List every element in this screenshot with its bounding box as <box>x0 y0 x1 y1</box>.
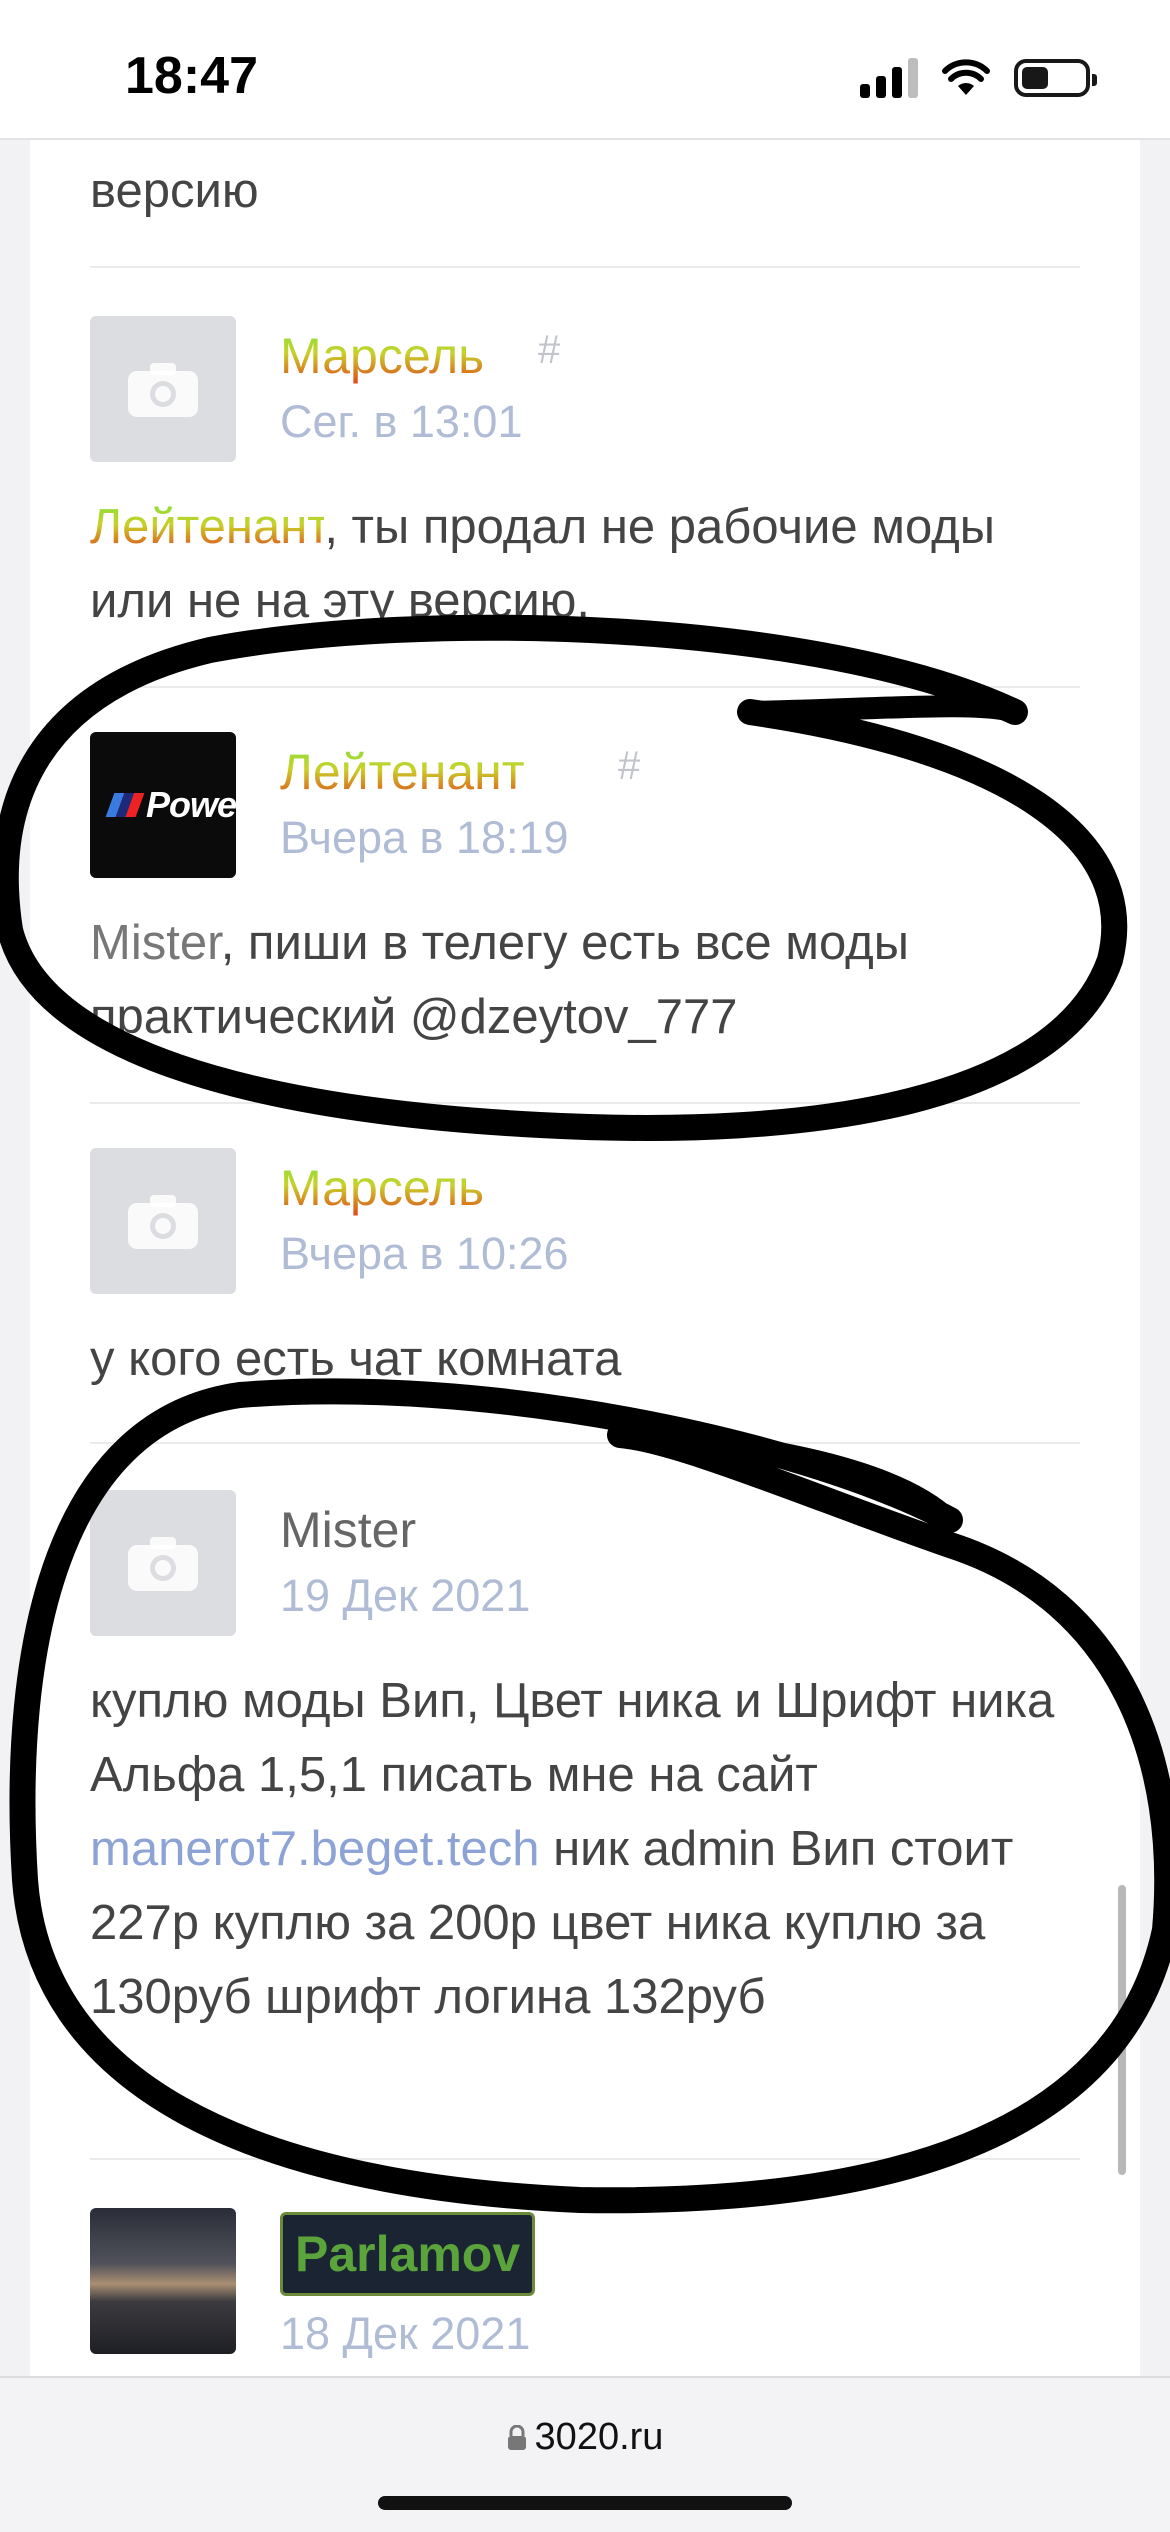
message-text: Лейтенант, ты продал не рабочие моды или… <box>90 490 1090 638</box>
mention-link[interactable]: Mister <box>90 916 221 970</box>
author-name: Parlamov <box>295 2226 521 2282</box>
battery-icon <box>1014 59 1097 97</box>
camera-icon <box>128 363 198 417</box>
camera-icon <box>128 1195 198 1249</box>
website-link[interactable]: manerot7.beget.tech <box>90 1822 539 1876</box>
divider <box>90 1102 1080 1104</box>
wifi-icon <box>942 59 990 95</box>
previous-message-text: версию <box>90 164 259 218</box>
divider <box>90 266 1080 268</box>
author-name[interactable]: Марсель <box>280 326 484 386</box>
divider <box>90 1442 1080 1444</box>
author-name-badge[interactable]: Parlamov <box>280 2212 536 2296</box>
browser-address-bar[interactable]: 3020.ru <box>0 2376 1170 2532</box>
post-timestamp: 18 Дек 2021 <box>280 2308 531 2359</box>
status-bar: 18:47 <box>0 0 1170 140</box>
avatar-mpower[interactable]: Powe <box>90 732 236 878</box>
message-text: у кого есть чат комната <box>90 1332 622 1386</box>
divider <box>90 2158 1080 2160</box>
camera-icon <box>128 1537 198 1591</box>
avatar-brand-text: Powe <box>145 784 236 825</box>
status-icons <box>860 56 1097 100</box>
status-time: 18:47 <box>125 47 258 105</box>
author-name[interactable]: Марсель <box>280 1158 484 1218</box>
post-timestamp: Вчера в 10:26 <box>280 1228 569 1279</box>
divider <box>90 686 1080 688</box>
url-display[interactable]: 3020.ru <box>0 2416 1170 2459</box>
post-timestamp: Вчера в 18:19 <box>280 812 569 863</box>
url-text: 3020.ru <box>534 2416 664 2458</box>
avatar-placeholder[interactable] <box>90 316 236 462</box>
avatar-placeholder[interactable] <box>90 1148 236 1294</box>
message-text: куплю моды Вип, Цвет ника и Шрифт ника А… <box>90 1664 1100 2034</box>
comments-feed: версию Марсель # Сег. в 13:01 Лейтенант,… <box>30 140 1140 2376</box>
avatar-landscape-photo[interactable] <box>90 2208 236 2354</box>
mention-link[interactable]: Лейтенант <box>90 500 324 554</box>
message-body: куплю моды Вип, Цвет ника и Шрифт ника А… <box>90 1674 1055 1802</box>
post-timestamp: 19 Дек 2021 <box>280 1570 531 1621</box>
home-indicator[interactable] <box>378 2496 792 2510</box>
message-text: Mister, пиши в телегу есть все моды прак… <box>90 906 1090 1054</box>
author-name[interactable]: Лейтенант <box>280 742 525 802</box>
lock-icon <box>507 2424 527 2451</box>
post-anchor-link[interactable]: # <box>618 744 640 789</box>
post-timestamp: Сег. в 13:01 <box>280 396 523 447</box>
post-anchor-link[interactable]: # <box>538 328 560 373</box>
avatar-placeholder[interactable] <box>90 1490 236 1636</box>
author-name[interactable]: Mister <box>280 1500 416 1560</box>
cellular-signal-icon <box>860 58 918 98</box>
scrollbar[interactable] <box>1118 1885 1126 2175</box>
